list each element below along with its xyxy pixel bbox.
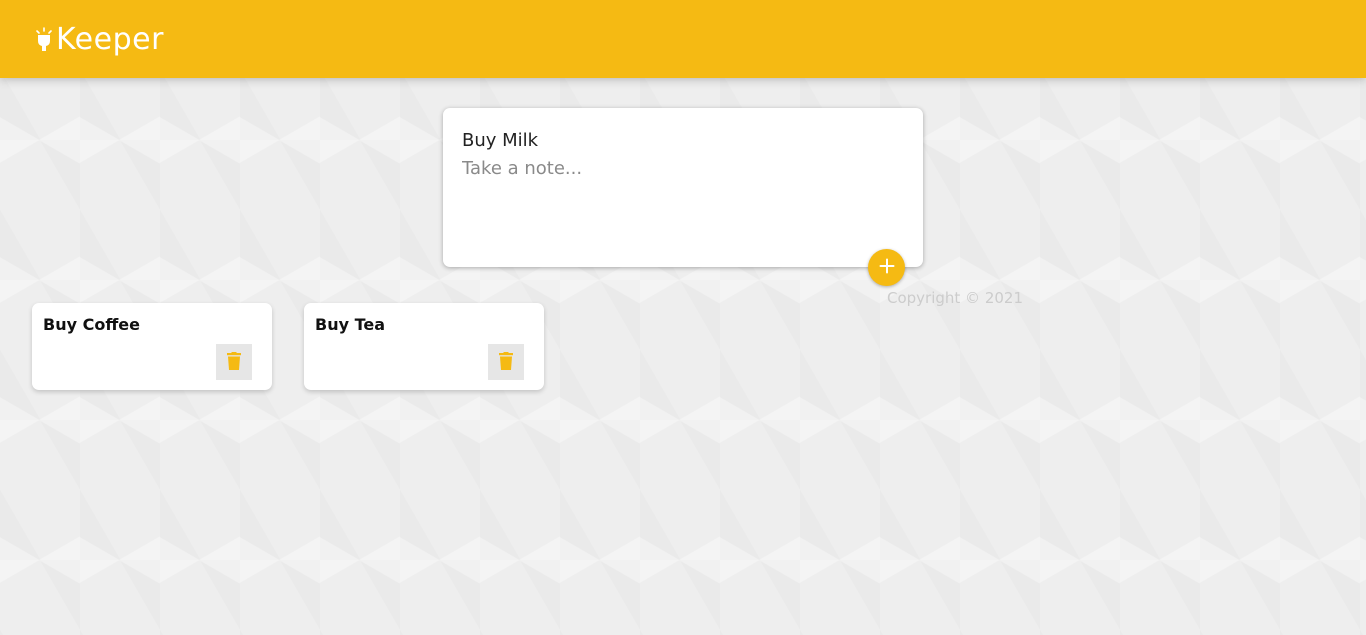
delete-note-button[interactable]	[216, 344, 252, 380]
plus-icon	[879, 258, 895, 277]
trash-icon	[227, 351, 241, 373]
trash-icon	[499, 351, 513, 373]
note-card: Buy Coffee	[32, 303, 272, 390]
app-header: Keeper	[0, 0, 1366, 78]
footer: Copyright © 2021	[887, 289, 1023, 307]
delete-note-button[interactable]	[488, 344, 524, 380]
note-content-input[interactable]	[462, 158, 902, 248]
note-title: Buy Tea	[315, 315, 386, 334]
app-title: Keeper	[56, 22, 164, 57]
add-note-button[interactable]	[868, 249, 905, 286]
note-card: Buy Tea	[304, 303, 544, 390]
note-title-input[interactable]	[462, 126, 902, 154]
brand: Keeper	[34, 22, 164, 58]
lightbulb-icon	[34, 27, 54, 53]
copyright-text: Copyright © 2021	[887, 289, 1024, 307]
create-note-form	[443, 108, 923, 267]
note-title: Buy Coffee	[43, 315, 140, 334]
